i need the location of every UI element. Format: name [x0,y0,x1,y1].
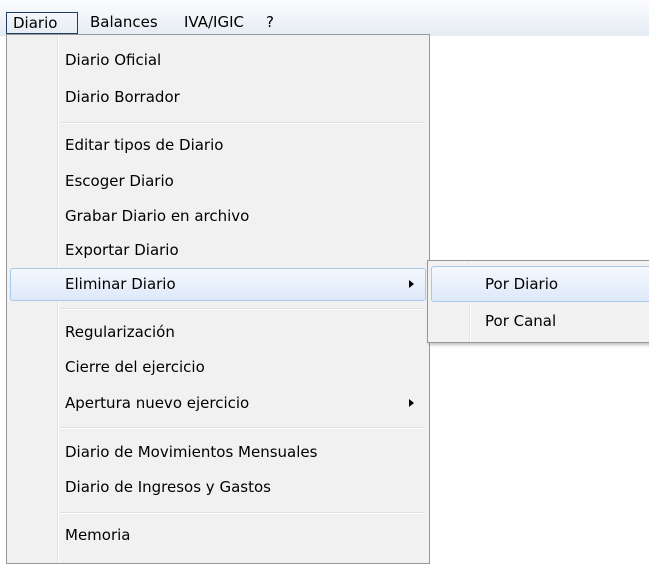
menu-separator [60,512,424,514]
menu-item-eliminar-diario[interactable]: Eliminar Diario [10,268,426,301]
menu-item-diario-de-ingresos-y-gastos[interactable]: Diario de Ingresos y Gastos [10,471,426,504]
submenu-item-label: Por Canal [485,312,557,330]
menu-item-label: Exportar Diario [65,241,179,259]
menubar-item-balances[interactable]: Balances [90,12,158,34]
menubar-item-iva-igic[interactable]: IVA/IGIC [184,12,244,34]
menu-item-exportar-diario[interactable]: Exportar Diario [10,234,426,267]
menu-item-label: Cierre del ejercicio [65,358,205,376]
menu-item-grabar-diario-en-archivo[interactable]: Grabar Diario en archivo [10,200,426,233]
menu-item-label: Diario de Movimientos Mensuales [65,443,318,461]
menu-item-label: Apertura nuevo ejercicio [65,394,250,412]
menu-separator [60,308,424,310]
menu-item-diario-borrador[interactable]: Diario Borrador [10,81,426,114]
submenu-item-por-diario[interactable]: Por Diario [431,266,649,302]
menubar-item-help[interactable]: ? [266,12,274,34]
menu-item-label: Editar tipos de Diario [65,136,224,154]
chevron-right-icon [409,280,414,288]
menu-separator [60,427,424,429]
menu-item-label: Memoria [65,526,131,544]
menu-item-label: Regularización [65,323,175,341]
menu-item-editar-tipos-de-diario[interactable]: Editar tipos de Diario [10,129,426,162]
submenu-item-por-canal[interactable]: Por Canal [431,303,649,339]
menu-item-cierre-del-ejercicio[interactable]: Cierre del ejercicio [10,351,426,384]
menu-separator [60,122,424,124]
diario-dropdown-menu: Diario Oficial Diario Borrador Editar ti… [6,34,430,564]
menu-item-regularizacion[interactable]: Regularización [10,316,426,349]
menu-item-diario-de-movimientos-mensuales[interactable]: Diario de Movimientos Mensuales [10,436,426,469]
menu-item-label: Escoger Diario [65,172,174,190]
menu-item-label: Diario Borrador [65,88,180,106]
menubar-item-diario[interactable]: Diario [6,12,78,34]
menu-item-label: Grabar Diario en archivo [65,207,250,225]
menu-item-apertura-nuevo-ejercicio[interactable]: Apertura nuevo ejercicio [10,387,426,420]
menu-item-label: Eliminar Diario [65,275,176,293]
chevron-right-icon [409,399,414,407]
menu-item-memoria[interactable]: Memoria [10,519,426,552]
menu-item-escoger-diario[interactable]: Escoger Diario [10,165,426,198]
menu-item-label: Diario Oficial [65,51,162,69]
eliminar-diario-submenu: Por Diario Por Canal [427,260,649,343]
submenu-item-label: Por Diario [485,275,559,293]
menu-item-label: Diario de Ingresos y Gastos [65,478,271,496]
menu-bar: Diario Balances IVA/IGIC ? [0,0,649,36]
menu-item-diario-oficial[interactable]: Diario Oficial [10,44,426,77]
